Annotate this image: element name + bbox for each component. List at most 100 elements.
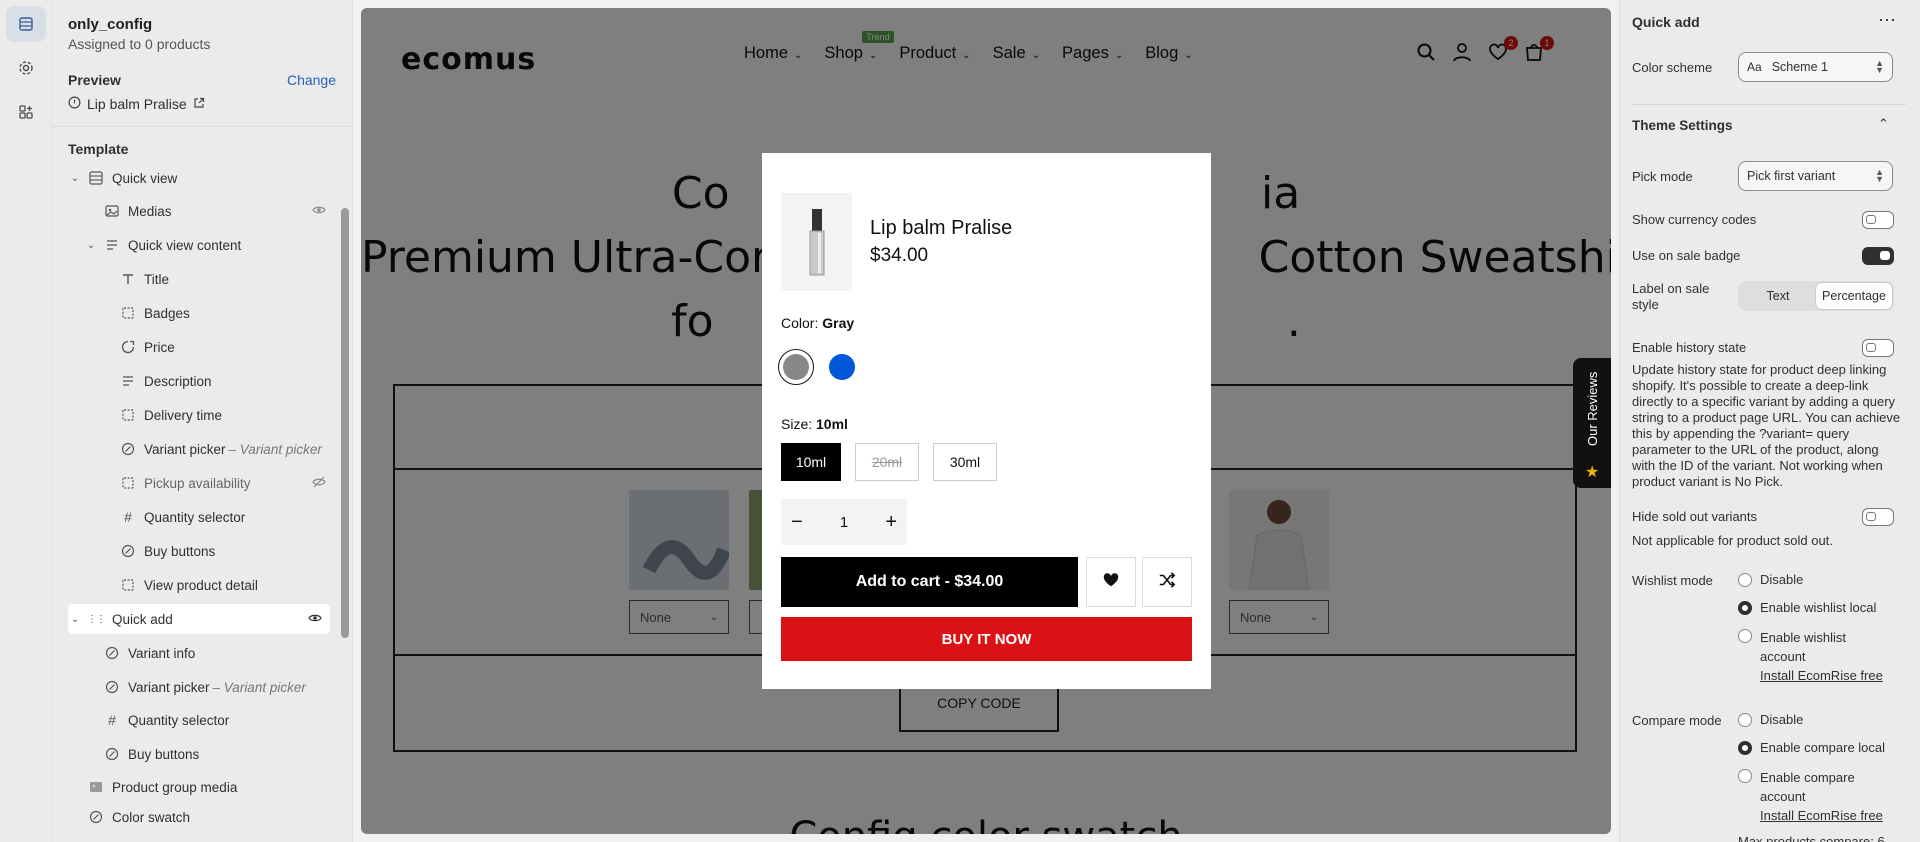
preview-product-name[interactable]: Lip balm Pralise — [87, 96, 187, 112]
segment-text[interactable]: Text — [1740, 283, 1816, 309]
drag-handle-icon[interactable]: ⋮⋮ — [87, 611, 106, 627]
settings-title: Quick add — [1632, 14, 1700, 30]
tree-item-description[interactable]: Description — [120, 366, 334, 396]
tree-item-quantity-selector[interactable]: # Quantity selector — [120, 502, 334, 532]
max-compare-help: Max products compare: 6 — [1738, 834, 1885, 842]
radio-circle — [1738, 741, 1752, 755]
hash-icon: # — [124, 509, 132, 525]
more-options-icon[interactable]: ⋯ — [1878, 10, 1898, 31]
tree-item-buy-buttons[interactable]: Buy buttons — [120, 536, 334, 566]
swatch-dot — [829, 354, 855, 380]
compare-radio-account[interactable]: Enable compare account — [1738, 768, 1898, 806]
tree-item-quick-add[interactable]: ⌄ ⋮⋮ Quick add — [68, 604, 330, 634]
size-selected-value: 10ml — [816, 416, 848, 432]
tree-item-suffix: – Variant picker — [212, 679, 306, 695]
eye-hidden-icon[interactable] — [312, 475, 326, 492]
block-icon — [120, 305, 136, 321]
hide-sold-out-toggle[interactable] — [1862, 508, 1894, 526]
section-divider — [1632, 104, 1906, 105]
swatch-blue[interactable] — [824, 349, 860, 385]
scheme-icon: A​a — [1747, 60, 1762, 74]
tree-item-quick-view[interactable]: ⌄ Quick view — [68, 163, 344, 193]
swatch-gray[interactable] — [778, 349, 814, 385]
chevron-up-icon[interactable]: ⌃ — [1878, 116, 1898, 132]
tree-item-delivery-time[interactable]: Delivery time — [120, 400, 334, 430]
segment-percentage[interactable]: Percentage — [1816, 283, 1892, 309]
buy-it-now-button[interactable]: BUY IT NOW — [781, 617, 1192, 661]
tree-item-label: Variant picker — [144, 441, 226, 457]
tree-item-view-product-detail[interactable]: View product detail — [120, 570, 334, 600]
compare-radio-local[interactable]: Enable compare local — [1738, 740, 1898, 755]
external-link-icon[interactable] — [193, 96, 205, 112]
wishlist-radio-disable[interactable]: Disable — [1738, 572, 1898, 587]
chevron-down-icon[interactable]: ⌄ — [84, 240, 98, 251]
use-sale-badge-toggle[interactable] — [1862, 247, 1894, 265]
tree-item-label: Price — [144, 339, 175, 355]
size-option-20ml[interactable]: 20ml — [855, 443, 919, 481]
size-option-30ml[interactable]: 30ml — [933, 443, 997, 481]
tree-item-variant-picker-2[interactable]: Variant picker – Variant picker — [104, 672, 334, 702]
install-ecomrise-link[interactable]: Install EcomRise free — [1760, 668, 1900, 683]
link-icon — [120, 441, 136, 457]
tree-item-variant-info[interactable]: Variant info — [104, 638, 334, 668]
wishlist-radio-local[interactable]: Enable wishlist local — [1738, 600, 1898, 615]
toggle-knob — [1866, 215, 1876, 224]
tree-item-buy-buttons-2[interactable]: Buy buttons — [104, 739, 334, 769]
sections-icon[interactable] — [5, 6, 46, 42]
radio-circle — [1738, 573, 1752, 587]
compare-radio-disable[interactable]: Disable — [1738, 712, 1898, 727]
product-image[interactable] — [781, 193, 852, 291]
tree-item-product-group-media[interactable]: Product group media — [88, 772, 334, 802]
hide-sold-out-help: Not applicable for product sold out. — [1632, 533, 1833, 548]
theme-settings-header[interactable]: Theme Settings — [1632, 118, 1906, 133]
tree-item-label: Buy buttons — [144, 543, 216, 559]
color-scheme-select[interactable]: A​a Scheme 1 ▲ ▼ — [1738, 52, 1893, 82]
tree-item-pickup-availability[interactable]: Pickup availability — [120, 468, 334, 498]
compare-button[interactable] — [1142, 557, 1192, 607]
heart-icon — [1102, 571, 1120, 594]
panel-scrollbar[interactable] — [341, 208, 349, 638]
tree-item-label: Badges — [144, 305, 190, 321]
chevron-down-icon[interactable]: ⌄ — [68, 614, 82, 625]
change-preview-button[interactable]: Change — [287, 72, 336, 88]
shuffle-icon — [1158, 571, 1176, 594]
minus-icon[interactable]: − — [791, 511, 803, 534]
reviews-tab[interactable]: Our Reviews ★ — [1573, 358, 1611, 488]
tree-item-price[interactable]: Price — [120, 332, 334, 362]
tree-item-label: Quick add — [112, 611, 173, 627]
size-option-10ml[interactable]: 10ml — [781, 443, 841, 481]
add-to-cart-button[interactable]: Add to cart - $34.00 — [781, 557, 1078, 607]
chevron-down-icon[interactable]: ⌄ — [68, 173, 82, 184]
tree-item-label: Quantity selector — [144, 509, 246, 525]
tree-item-quick-view-content[interactable]: ⌄ Quick view content — [84, 230, 334, 260]
wishlist-radio-account[interactable]: Enable wishlist account — [1738, 628, 1898, 666]
settings-gear-icon[interactable] — [6, 50, 46, 86]
wishlist-button[interactable] — [1086, 557, 1136, 607]
color-selected-value: Gray — [822, 315, 855, 331]
tree-item-color-swatch[interactable]: Color swatch — [88, 802, 334, 832]
tree-item-title[interactable]: Title — [120, 264, 334, 294]
tree-item-medias[interactable]: Medias — [104, 196, 334, 226]
type-icon — [120, 271, 136, 287]
size-label-text: Size: — [781, 416, 813, 432]
reviews-tab-label: Our Reviews — [1585, 371, 1600, 446]
eye-icon[interactable] — [312, 203, 326, 220]
tree-item-quantity-selector-2[interactable]: # Quantity selector — [104, 705, 334, 735]
select-value: Scheme 1 — [1771, 60, 1828, 74]
pick-mode-select[interactable]: Pick first variant ▲ ▼ — [1738, 161, 1893, 191]
history-state-toggle[interactable] — [1862, 339, 1894, 357]
quantity-value[interactable]: 1 — [840, 514, 848, 531]
apps-icon[interactable] — [6, 94, 46, 130]
radio-circle — [1738, 713, 1752, 727]
tree-item-label: Pickup availability — [144, 475, 251, 491]
tree-item-badges[interactable]: Badges — [120, 298, 334, 328]
plus-icon[interactable]: + — [885, 511, 897, 534]
tree-item-variant-picker[interactable]: Variant picker – Variant picker — [120, 434, 334, 464]
show-currency-toggle[interactable] — [1862, 211, 1894, 229]
select-arrows-icon: ▲ ▼ — [1875, 58, 1884, 75]
eye-icon[interactable] — [308, 611, 322, 628]
tree-item-label: Product group media — [112, 779, 238, 795]
theme-editor: only_config Assigned to 0 products Previ… — [0, 0, 1920, 842]
quick-add-modal: Lip balm Pralise $34.00 Color: Gray Size… — [762, 153, 1211, 689]
install-ecomrise-link[interactable]: Install EcomRise free — [1760, 808, 1900, 823]
